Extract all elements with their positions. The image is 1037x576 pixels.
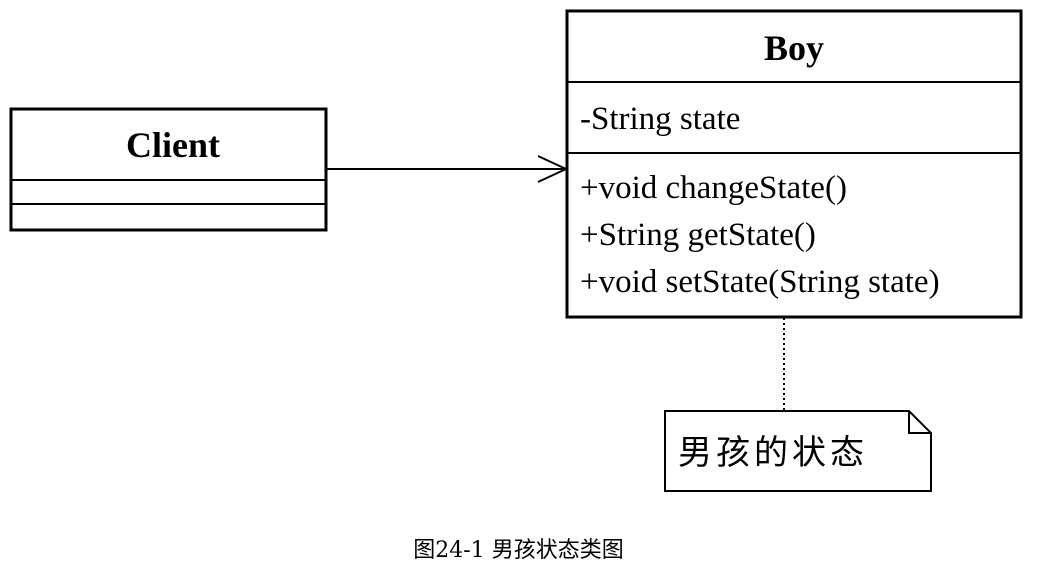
- uml-class-diagram: Client Boy -String state +void changeSta…: [9, 9, 1023, 492]
- boy-attribute: -String state: [580, 101, 740, 137]
- note: 男孩的状态: [664, 410, 932, 492]
- boy-operation-get-state: +String getState(): [580, 217, 816, 253]
- client-class-name: Client: [126, 125, 220, 165]
- boy-class: Boy -String state +void changeState() +S…: [565, 9, 1023, 319]
- boy-operation-change-state: +void changeState(): [580, 170, 847, 206]
- note-text: 男孩的状态: [678, 433, 868, 473]
- boy-operation-set-state: +void setState(String state): [580, 264, 940, 300]
- client-class: Client: [9, 107, 328, 232]
- association-arrow: [326, 155, 569, 183]
- figure-caption: 图24-1 男孩状态类图: [413, 538, 624, 563]
- boy-class-name: Boy: [764, 28, 824, 68]
